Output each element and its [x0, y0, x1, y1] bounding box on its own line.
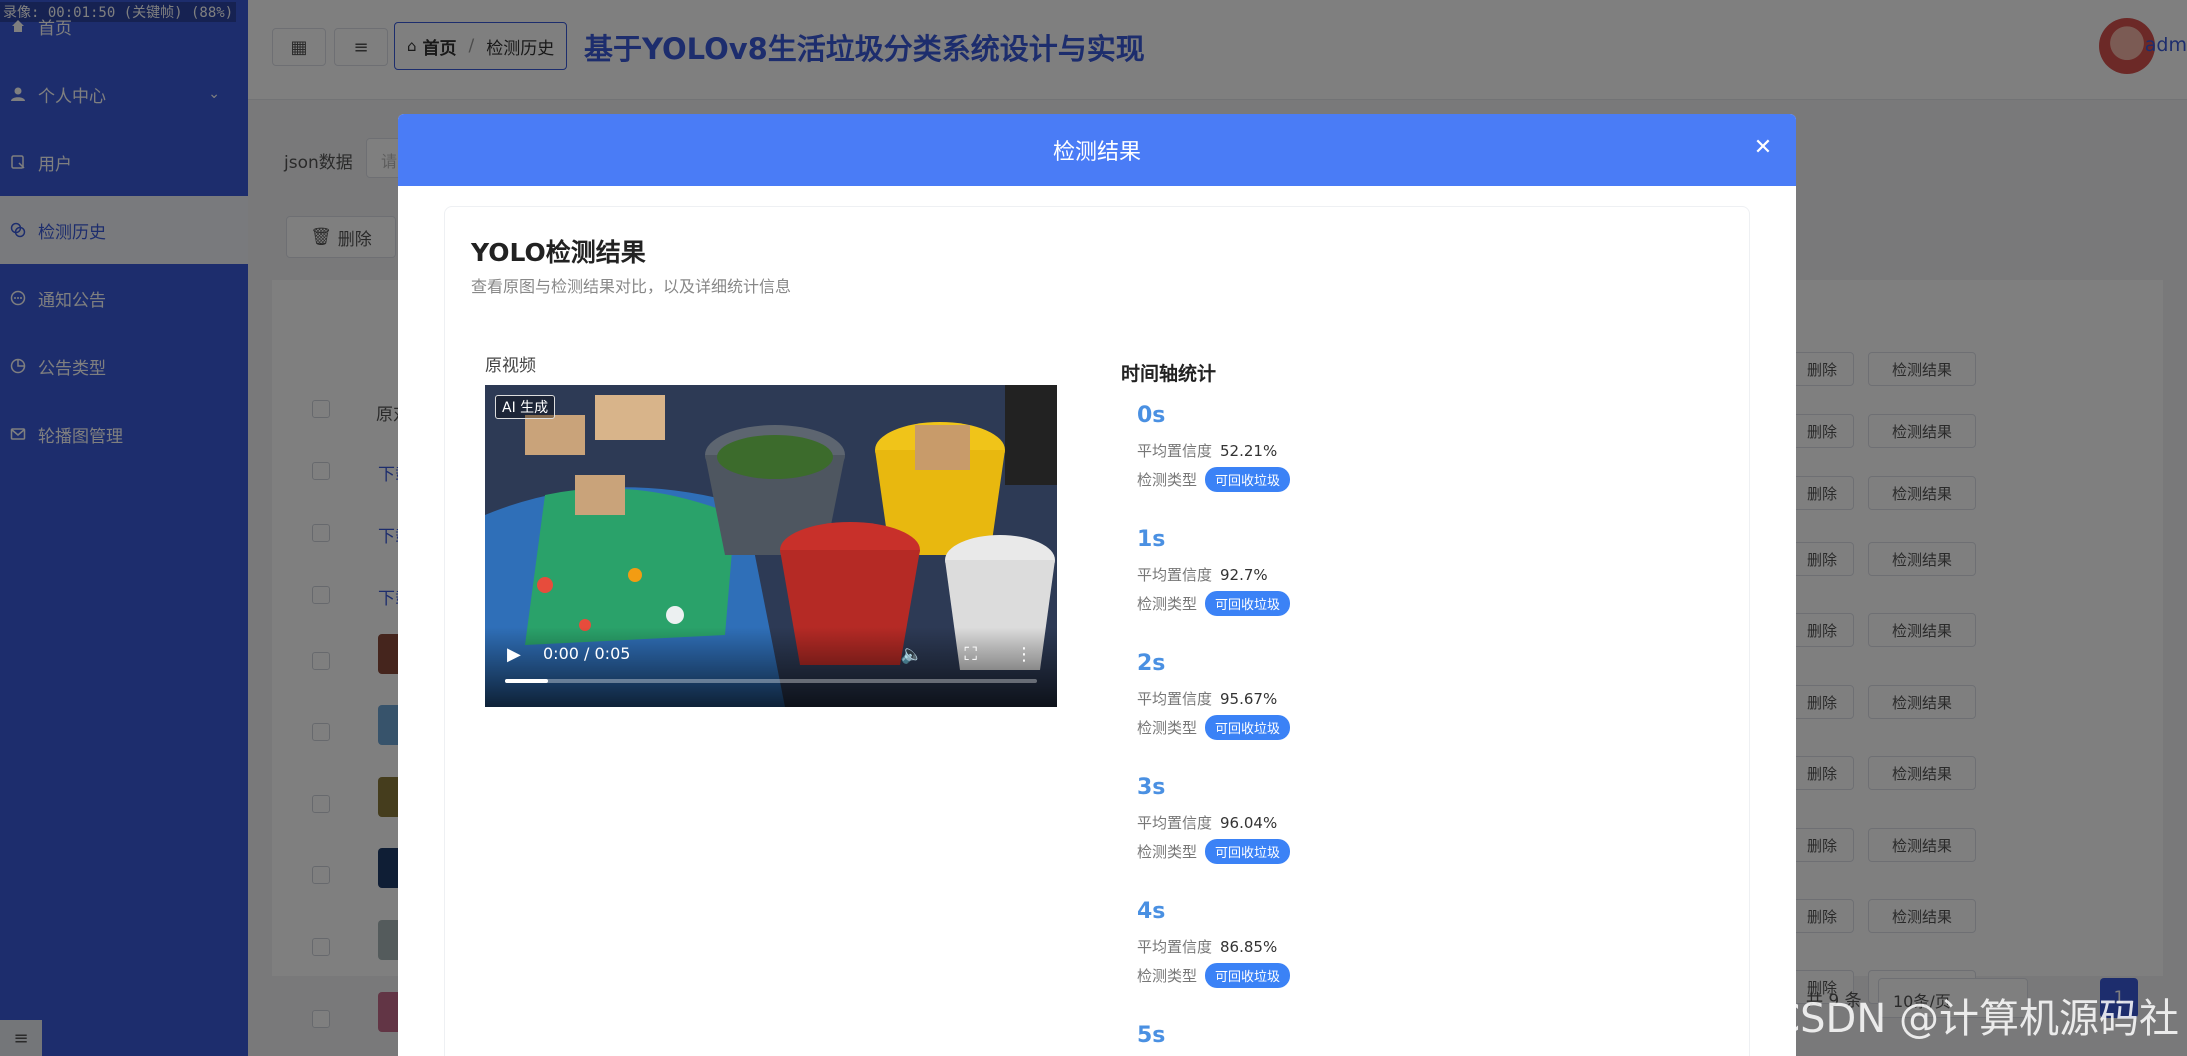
type-label: 检测类型 [1137, 967, 1198, 985]
confidence-label: 平均置信度 [1137, 566, 1213, 584]
confidence-value: 92.7% [1220, 565, 1268, 584]
timeline-second: 1s [1137, 527, 1166, 552]
confidence-row: 平均置信度 86.85% [1137, 936, 1697, 957]
confidence-row: 平均置信度 52.21% [1137, 440, 1697, 461]
timeline-title: 时间轴统计 [1121, 363, 1217, 385]
confidence-label: 平均置信度 [1137, 442, 1213, 460]
timeline-second: 5s [1137, 1023, 1166, 1048]
play-icon[interactable]: ▶ [507, 644, 521, 665]
fullscreen-icon[interactable]: ⛶ [964, 644, 977, 665]
dialog-title: 检测结果 [1052, 140, 1141, 165]
type-badge: 可回收垃圾 [1205, 839, 1291, 864]
more-options-icon[interactable]: ⋮ [1015, 644, 1033, 665]
timeline-second: 0s [1137, 403, 1166, 428]
confidence-row: 平均置信度 96.04% [1137, 812, 1697, 833]
type-label: 检测类型 [1137, 843, 1198, 861]
type-row: 检测类型 可回收垃圾 [1137, 467, 1697, 492]
type-label: 检测类型 [1137, 719, 1198, 737]
timeline-entry: 4s 平均置信度 86.85% 检测类型 可回收垃圾 [1137, 899, 1697, 988]
video-progress-fill [505, 679, 548, 683]
timeline-entry: 1s 平均置信度 92.7% 检测类型 可回收垃圾 [1137, 527, 1697, 616]
type-badge: 可回收垃圾 [1205, 715, 1291, 740]
type-row: 检测类型 可回收垃圾 [1137, 963, 1697, 988]
timeline-entry: 3s 平均置信度 96.04% 检测类型 可回收垃圾 [1137, 775, 1697, 864]
confidence-row: 平均置信度 95.67% [1137, 688, 1697, 709]
result-card: YOLO检测结果 查看原图与检测结果对比，以及详细统计信息 原视频 AI 生成 … [444, 206, 1750, 1056]
type-row: 检测类型 可回收垃圾 [1137, 715, 1697, 740]
card-title: YOLO检测结果 [471, 238, 646, 267]
video-progress-bar[interactable] [505, 679, 1037, 683]
card-subtitle: 查看原图与检测结果对比，以及详细统计信息 [471, 277, 792, 296]
ai-generated-tag: AI 生成 [495, 395, 556, 419]
confidence-value: 96.04% [1220, 813, 1278, 832]
close-icon[interactable]: ✕ [1748, 132, 1778, 162]
video-controls: ▶ 0:00 / 0:05 🔈 ⛶ ⋮ [485, 627, 1057, 707]
csdn-watermark: CSDN @计算机源码社 [1772, 996, 2179, 1042]
confidence-value: 95.67% [1220, 689, 1278, 708]
confidence-value: 86.85% [1220, 937, 1278, 956]
timeline-entry: 2s 平均置信度 95.67% 检测类型 可回收垃圾 [1137, 651, 1697, 740]
type-row: 检测类型 可回收垃圾 [1137, 591, 1697, 616]
type-badge: 可回收垃圾 [1205, 467, 1291, 492]
timeline-entry: 5s [1137, 1023, 1697, 1048]
video-time: 0:00 / 0:05 [543, 644, 631, 663]
confidence-label: 平均置信度 [1137, 938, 1213, 956]
original-video[interactable]: AI 生成 ▶ 0:00 / 0:05 🔈 ⛶ ⋮ [485, 385, 1057, 707]
result-dialog: 检测结果 ✕ YOLO检测结果 查看原图与检测结果对比，以及详细统计信息 原视频 [398, 114, 1796, 1056]
timeline-entry: 0s 平均置信度 52.21% 检测类型 可回收垃圾 [1137, 403, 1697, 492]
type-badge: 可回收垃圾 [1205, 591, 1291, 616]
timeline-second: 4s [1137, 899, 1166, 924]
confidence-row: 平均置信度 92.7% [1137, 564, 1697, 585]
type-label: 检测类型 [1137, 471, 1198, 489]
confidence-label: 平均置信度 [1137, 814, 1213, 832]
video-label: 原视频 [485, 356, 536, 376]
timeline-second: 2s [1137, 651, 1166, 676]
type-row: 检测类型 可回收垃圾 [1137, 839, 1697, 864]
confidence-value: 52.21% [1220, 441, 1278, 460]
confidence-label: 平均置信度 [1137, 690, 1213, 708]
dialog-header: 检测结果 ✕ [398, 114, 1796, 186]
timeline-second: 3s [1137, 775, 1166, 800]
volume-icon[interactable]: 🔈 [901, 644, 923, 665]
type-label: 检测类型 [1137, 595, 1198, 613]
type-badge: 可回收垃圾 [1205, 963, 1291, 988]
